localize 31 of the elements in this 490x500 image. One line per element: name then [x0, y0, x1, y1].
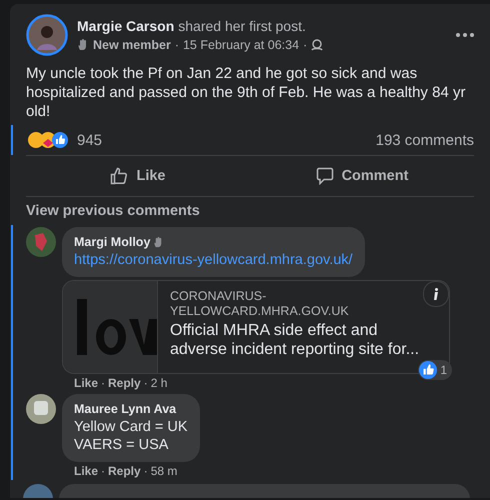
- post-time[interactable]: 15 February at 06:34: [182, 38, 300, 52]
- separator-dot: ·: [101, 464, 106, 478]
- reply-link[interactable]: Reply: [108, 464, 141, 478]
- reaction-badge[interactable]: 1: [418, 360, 452, 380]
- comment-text: Yellow Card = UK: [74, 418, 188, 436]
- separator-dot: ·: [101, 376, 106, 390]
- link-title: Official MHRA side effect and adverse incident reporting site for...: [170, 321, 420, 359]
- comment-button[interactable]: Comment: [250, 160, 474, 192]
- separator-dot: ·: [303, 38, 308, 52]
- post-text: My uncle took the Pf on Jan 22 and he got so sick and was hospitalized and passed on the 9th of Feb. He was a healthy 84 yr old!: [25, 64, 466, 122]
- comment-time: 58 m: [150, 464, 178, 478]
- commenter-name[interactable]: Margi Molloy: [74, 235, 150, 249]
- separator-dot: ·: [144, 464, 148, 478]
- comment-time: 2 h: [150, 376, 168, 390]
- comment-link[interactable]: https://coronavirus-yellowcard.mhra.gov.uk/: [74, 251, 353, 269]
- link-domain: CORONAVIRUS-YELLOWCARD.MHRA.GOV.UK: [170, 289, 350, 319]
- reply-link[interactable]: Reply: [108, 376, 141, 390]
- like-link[interactable]: Like: [74, 464, 98, 478]
- comment-count[interactable]: 193 comments: [376, 132, 474, 148]
- comment-text: VAERS = USA: [74, 436, 170, 454]
- member-label: New member: [93, 38, 171, 52]
- view-previous-comments-link[interactable]: View previous comments: [10, 197, 490, 225]
- author-name[interactable]: Margie Carson: [77, 18, 174, 34]
- like-link[interactable]: Like: [74, 376, 98, 390]
- separator-dot: ·: [174, 38, 179, 52]
- like-button[interactable]: Like: [26, 160, 250, 192]
- post-action: shared her first post.: [178, 18, 306, 34]
- commenter-name[interactable]: Mauree Lynn Ava: [74, 402, 176, 416]
- separator-dot: ·: [144, 376, 148, 390]
- like-count: 1: [440, 363, 447, 377]
- reaction-count[interactable]: 945: [77, 132, 376, 148]
